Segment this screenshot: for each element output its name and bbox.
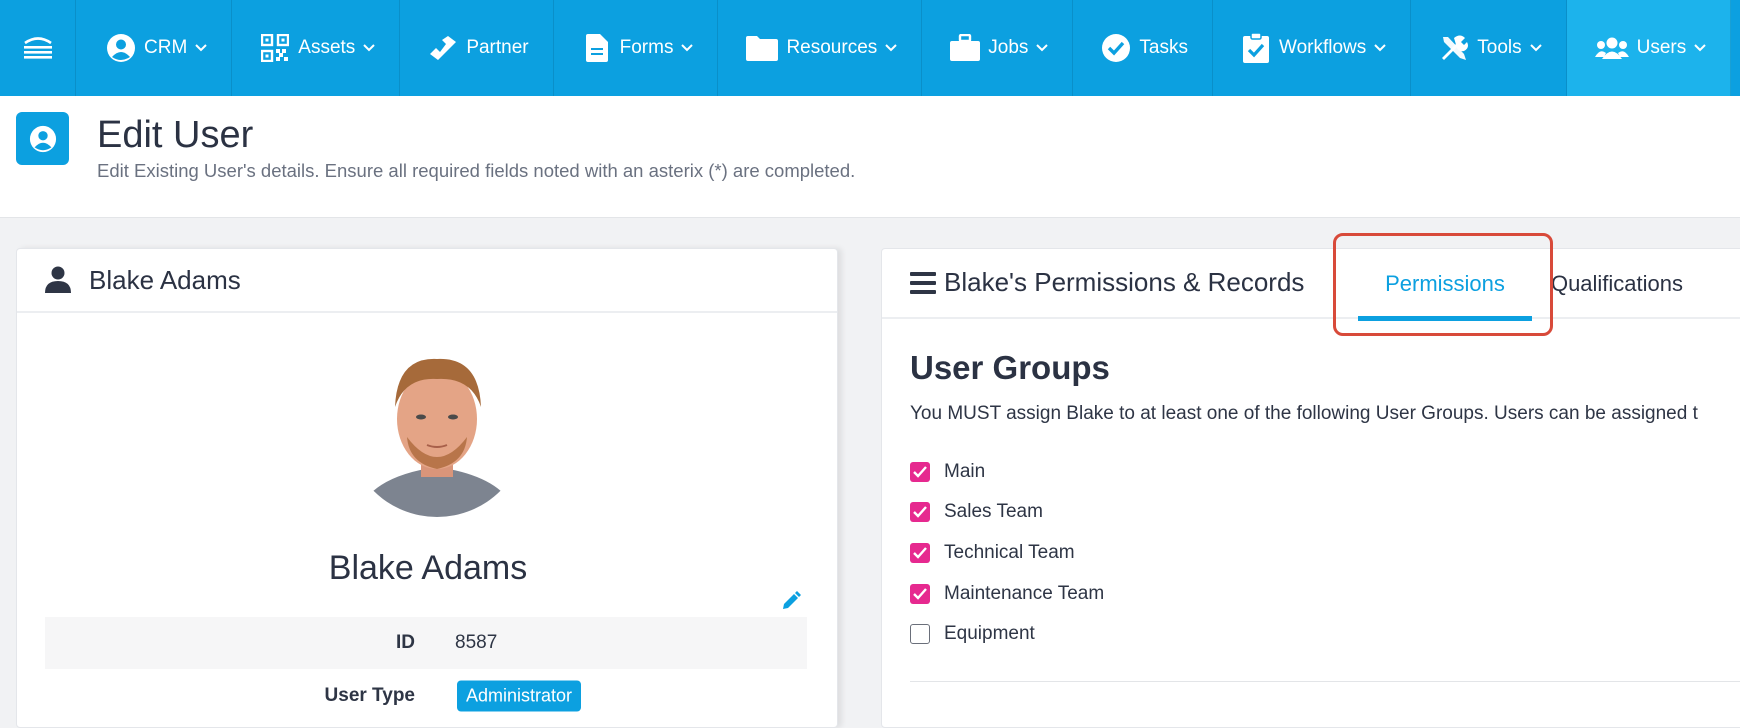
- checkbox-unchecked-icon[interactable]: [910, 624, 930, 644]
- folder-icon: [746, 33, 779, 63]
- clipboard-check-icon: [1241, 33, 1271, 63]
- nav-label: Jobs: [988, 37, 1029, 58]
- group-checkbox-sales-team[interactable]: Sales Team: [910, 501, 1043, 523]
- id-label: ID: [396, 632, 415, 653]
- checkbox-checked-icon[interactable]: [910, 502, 930, 522]
- permissions-title-text: Blake's Permissions & Records: [944, 267, 1305, 297]
- chevron-down-icon: [195, 42, 207, 54]
- profile-header-name: Blake Adams: [89, 264, 241, 295]
- handshake-icon: [428, 33, 458, 63]
- nav-label: Workflows: [1279, 37, 1367, 58]
- check-circle-icon: [1101, 33, 1131, 63]
- nav-label: Tools: [1477, 37, 1522, 58]
- group-checkbox-main[interactable]: Main: [910, 461, 985, 483]
- user-type-badge: Administrator: [457, 680, 582, 712]
- id-value: 8587: [455, 632, 498, 653]
- tools-icon: [1439, 33, 1469, 63]
- nav-item-partner[interactable]: Partner: [400, 0, 554, 96]
- group-label: Maintenance Team: [944, 583, 1105, 604]
- user-groups-title: User Groups: [910, 349, 1110, 386]
- briefcase-icon: [950, 33, 981, 63]
- profile-card-header: Blake Adams: [17, 249, 837, 313]
- document-icon: [582, 33, 612, 63]
- nav-item-tools[interactable]: Tools: [1411, 0, 1567, 96]
- user-profile-card: Blake Adams Blake Adams ID 8587 User Typ…: [16, 248, 838, 728]
- permissions-card-header: Blake's Permissions & Records Permission…: [882, 249, 1740, 321]
- nav-label: Resources: [786, 37, 878, 58]
- avatar: [347, 337, 527, 517]
- permissions-card: Blake's Permissions & Records Permission…: [881, 248, 1740, 728]
- section-divider: [910, 681, 1740, 682]
- user-circle-icon: [16, 112, 69, 165]
- page-title: Edit User: [97, 114, 254, 156]
- profile-name: Blake Adams: [328, 549, 528, 587]
- detail-row-id: ID 8587: [45, 617, 807, 669]
- user-type-label: User Type: [324, 685, 415, 706]
- nav-item-resources[interactable]: Resources: [718, 0, 923, 96]
- user-groups-description: You MUST assign Blake to at least one of…: [910, 403, 1698, 424]
- page-subtitle: Edit Existing User's details. Ensure all…: [97, 160, 856, 181]
- menu-bars-icon: [910, 271, 936, 294]
- group-checkbox-maintenance-team[interactable]: Maintenance Team: [910, 583, 1104, 605]
- nav-label: Tasks: [1139, 37, 1188, 58]
- group-checkbox-technical-team[interactable]: Technical Team: [910, 542, 1075, 564]
- app-logo-menu[interactable]: [0, 0, 76, 96]
- nav-item-forms[interactable]: Forms: [554, 0, 719, 96]
- permissions-card-title: Blake's Permissions & Records: [910, 267, 1304, 298]
- group-label: Sales Team: [944, 501, 1043, 522]
- top-navbar: CRM Assets Partner Forms Resources Jobs …: [0, 0, 1740, 96]
- checkbox-checked-icon[interactable]: [910, 543, 930, 563]
- user-circle-icon: [106, 33, 136, 63]
- group-label: Main: [944, 461, 986, 482]
- nav-item-tasks[interactable]: Tasks: [1073, 0, 1213, 96]
- nav-item-workflows[interactable]: Workflows: [1213, 0, 1412, 96]
- group-checkbox-equipment[interactable]: Equipment: [910, 623, 1035, 645]
- chevron-down-icon: [1374, 42, 1386, 54]
- nav-label: Users: [1636, 37, 1687, 58]
- person-icon: [45, 266, 71, 293]
- nav-item-users[interactable]: Users: [1566, 0, 1732, 96]
- chevron-down-icon: [1036, 42, 1049, 54]
- checkbox-checked-icon[interactable]: [910, 584, 930, 604]
- chevron-down-icon: [1694, 42, 1706, 54]
- nav-label: Assets: [298, 37, 356, 58]
- nav-label: Partner: [466, 37, 529, 58]
- nav-label: Forms: [619, 37, 674, 58]
- page-header: Edit User Edit Existing User's details. …: [0, 96, 1740, 218]
- nav-item-jobs[interactable]: Jobs: [922, 0, 1074, 96]
- nav-item-assets[interactable]: Assets: [232, 0, 401, 96]
- chevron-down-icon: [363, 42, 376, 54]
- qr-code-icon: [260, 33, 290, 63]
- users-icon: [1594, 33, 1629, 63]
- chevron-down-icon: [885, 42, 897, 54]
- group-label: Technical Team: [944, 542, 1075, 563]
- nav-label: CRM: [144, 37, 188, 58]
- edit-pencil-icon[interactable]: [781, 591, 803, 613]
- tab-permissions[interactable]: Permissions: [1358, 249, 1532, 321]
- chevron-down-icon: [681, 42, 694, 54]
- checkbox-checked-icon[interactable]: [910, 462, 930, 482]
- stack-layers-icon: [23, 37, 52, 59]
- tab-qualifications[interactable]: Qualifications: [1542, 249, 1692, 319]
- nav-item-crm[interactable]: CRM: [76, 0, 233, 96]
- chevron-down-icon: [1529, 42, 1542, 54]
- group-label: Equipment: [944, 623, 1035, 644]
